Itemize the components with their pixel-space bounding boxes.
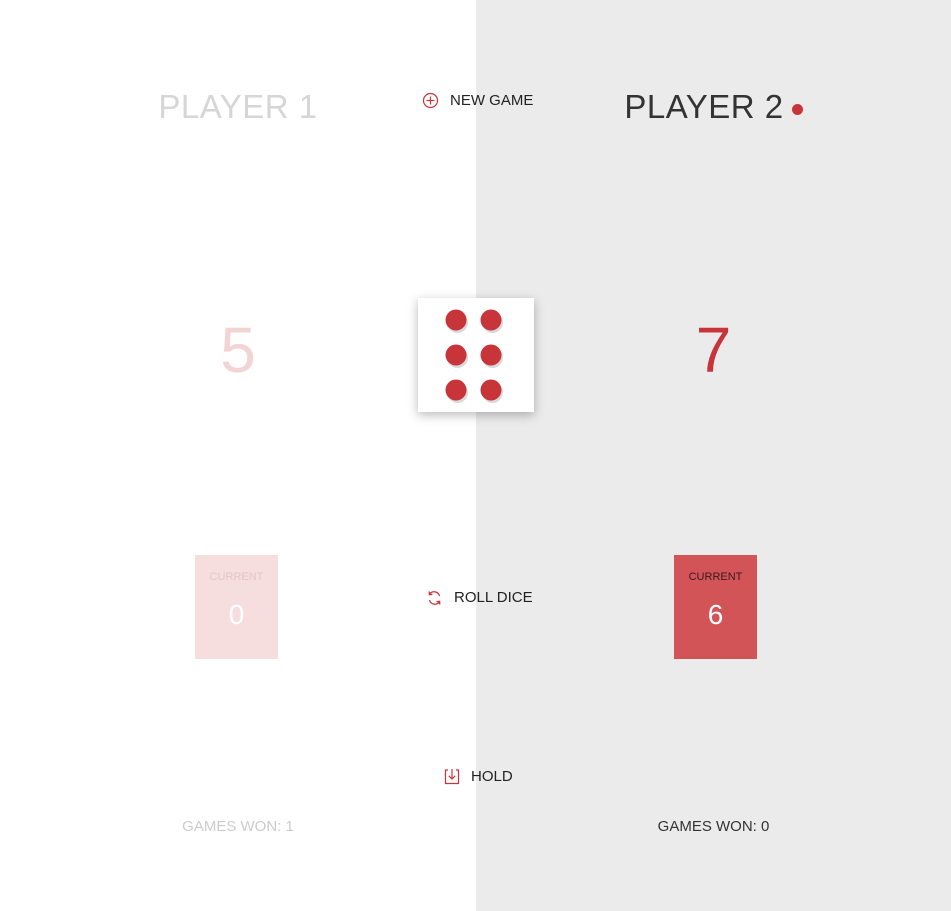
player-1-games-won: Games won: 1: [182, 818, 294, 835]
dice-pip: [445, 309, 467, 331]
dice-pip-group: [445, 309, 503, 403]
dice-pips: [445, 309, 503, 403]
hold-button[interactable]: Hold: [444, 768, 513, 785]
roll-dice-button[interactable]: Roll dice: [426, 589, 533, 606]
player-2-current-box: Current 6: [674, 555, 757, 659]
dice-pip: [480, 309, 502, 331]
new-game-button[interactable]: New game: [422, 92, 533, 109]
new-game-label: New game: [450, 92, 534, 109]
player-2-name: Player 2: [476, 88, 951, 126]
player-2-current-score: 6: [707, 599, 724, 630]
player-1-current-label: Current: [209, 571, 264, 583]
active-player-dot-icon: [791, 104, 803, 115]
plus-circle-icon: [422, 92, 439, 109]
dice: [418, 298, 534, 412]
refresh-icon: [426, 590, 443, 606]
player-1-name-text: Player 1: [158, 88, 318, 125]
roll-dice-label: Roll dice: [454, 589, 533, 606]
dice-pip: [445, 344, 467, 366]
dice-pip: [480, 379, 502, 401]
player-2-panel: Player 2 7 Current 6 Games won: 0: [476, 0, 951, 911]
player-1-name: Player 1: [0, 88, 476, 126]
dice-pip: [480, 344, 502, 366]
download-icon: [444, 768, 460, 785]
player-1-score: 5: [220, 314, 256, 386]
player-2-games-won: Games won: 0: [657, 818, 770, 835]
dice-pip: [445, 379, 467, 401]
player-2-score: 7: [695, 314, 732, 386]
hold-label: Hold: [471, 768, 513, 785]
player-1-panel: Player 1 5 Current 0 Games won: 1: [0, 0, 476, 911]
player-1-current-score: 0: [228, 599, 245, 630]
player-2-current-label: Current: [688, 571, 743, 583]
player-2-name-text: Player 2: [624, 88, 784, 125]
player-1-current-box: Current 0: [195, 555, 278, 659]
